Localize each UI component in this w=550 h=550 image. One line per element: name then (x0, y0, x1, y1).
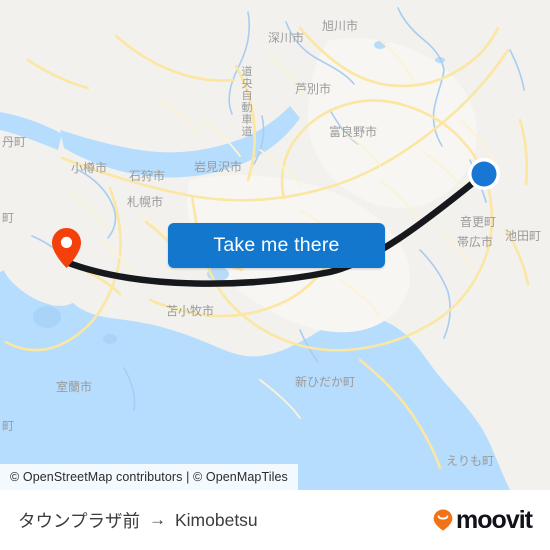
destination-dot[interactable] (467, 157, 501, 191)
take-me-there-button[interactable]: Take me there (168, 223, 385, 268)
moovit-pin-icon (433, 509, 453, 531)
moovit-map-screen: 深川市 旭川市 芦別市 富良野市道央自動車道丹町 小樽市 石狩市 札幌市 岩見沢市町音更町 帯広… (0, 0, 550, 550)
map-viewport[interactable]: 深川市 旭川市 芦別市 富良野市道央自動車道丹町 小樽市 石狩市 札幌市 岩見沢市町音更町 帯広… (0, 0, 550, 490)
origin-pin[interactable] (50, 227, 83, 269)
footer-bar: タウンプラザ前 → Kimobetsu moovit (0, 490, 550, 550)
arrow-right-icon: → (148, 510, 166, 529)
trip-origin: タウンプラザ前 (18, 510, 140, 531)
moovit-wordmark: moovit (456, 505, 533, 534)
take-me-there-label: Take me there (213, 234, 340, 256)
attribution-text: © OpenStreetMap contributors | © OpenMap… (10, 470, 288, 484)
trip-destination: Kimobetsu (174, 509, 258, 530)
map-attribution[interactable]: © OpenStreetMap contributors | © OpenMap… (0, 464, 298, 490)
moovit-logo[interactable]: moovit (432, 505, 533, 535)
trip-title: タウンプラザ前 → Kimobetsu (18, 508, 258, 533)
